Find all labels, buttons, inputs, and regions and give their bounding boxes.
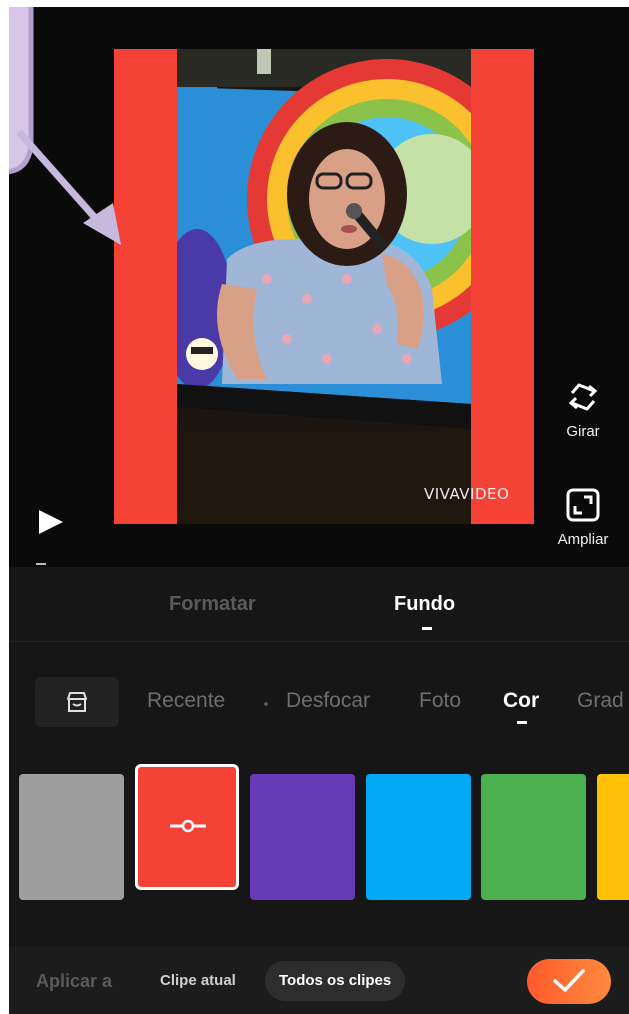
tab-formatar[interactable]: Formatar [169, 593, 256, 616]
swatch-green[interactable] [481, 774, 586, 900]
store-icon [67, 692, 87, 712]
watermark-text: VIVAVIDEO [424, 485, 510, 503]
expand-button[interactable]: Ampliar [548, 485, 618, 548]
annotation-arrow [9, 7, 121, 245]
play-icon [39, 510, 63, 534]
rotate-label: Girar [566, 423, 600, 440]
video-thumbnail [177, 49, 471, 524]
tab-desfocar[interactable]: Desfocar [286, 689, 370, 713]
timeline-marker [36, 563, 46, 565]
apply-all-clips-button[interactable]: Todos os clipes [265, 961, 406, 1001]
store-button[interactable] [35, 677, 119, 727]
tab-foto[interactable]: Foto [419, 689, 461, 713]
tab-cor[interactable]: Cor [503, 689, 539, 724]
rotate-button[interactable]: Girar [548, 377, 618, 440]
main-tabs: Formatar Fundo [9, 567, 629, 642]
swatch-gray[interactable] [19, 774, 124, 900]
confirm-button[interactable] [527, 959, 611, 1004]
swatch-blue[interactable] [366, 774, 471, 900]
background-type-tabs: Recente Desfocar Foto Cor Grad [9, 667, 629, 737]
rotate-icon [568, 383, 598, 411]
apply-bar: Aplicar a Clipe atual Todos os clipes [9, 947, 629, 1014]
apply-to-label: Aplicar a [36, 971, 113, 991]
swatch-purple[interactable] [250, 774, 355, 900]
expand-icon [566, 488, 600, 522]
background-panel: Formatar Fundo Recente Desfocar Foto Cor… [9, 567, 629, 1014]
expand-label: Ampliar [557, 531, 609, 548]
app-frame: VIVAVIDEO Girar Ampliar Formatar Fundo R… [9, 7, 629, 1014]
checkmark-icon [553, 969, 585, 992]
color-swatches [9, 762, 629, 902]
adjust-slider-icon [170, 819, 206, 833]
separator-dot [264, 702, 268, 706]
swatch-amber[interactable] [597, 774, 629, 900]
video-frame [177, 49, 471, 524]
swatch-red-selected[interactable] [135, 764, 239, 890]
tab-recente[interactable]: Recente [147, 689, 225, 713]
play-button[interactable] [36, 507, 66, 537]
tab-grad[interactable]: Grad [577, 689, 624, 713]
apply-current-clip-button[interactable]: Clipe atual [146, 961, 250, 1001]
tab-fundo[interactable]: Fundo [394, 593, 455, 630]
